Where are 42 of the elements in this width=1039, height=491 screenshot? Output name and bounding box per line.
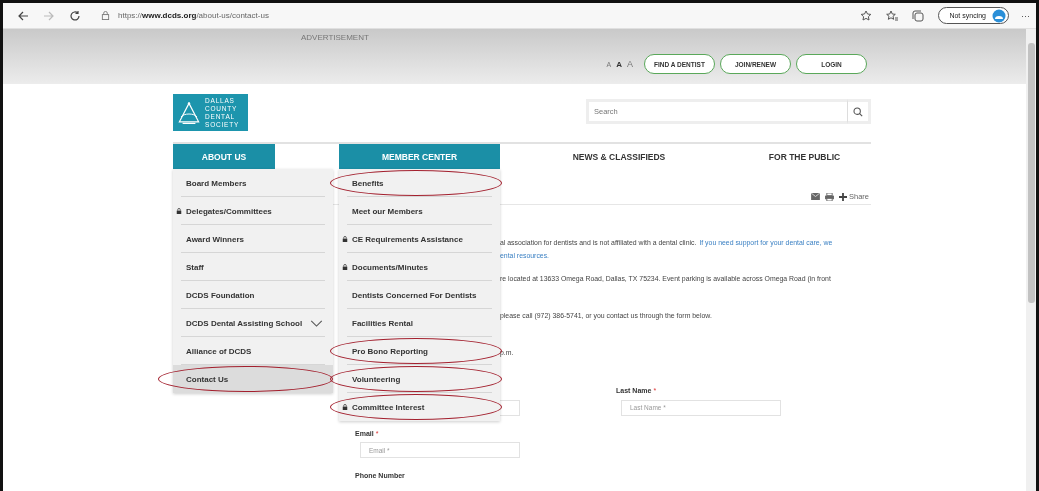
star-plus-icon[interactable]	[860, 9, 873, 22]
lock-icon	[101, 11, 110, 20]
avatar-icon	[992, 8, 1006, 23]
nav-tab[interactable]: NEWS & CLASSIFIEDS	[500, 144, 738, 169]
menu-item[interactable]: Facilities Rental	[339, 309, 500, 337]
menu-item[interactable]: Documents/Minutes	[339, 253, 500, 281]
menu-item[interactable]: CE Requirements Assistance	[339, 225, 500, 253]
scrollbar[interactable]	[1026, 29, 1036, 491]
menu-item[interactable]: Alliance of DCDS	[173, 337, 333, 365]
back-icon[interactable]	[17, 9, 29, 22]
more-menu[interactable]: ···	[1021, 10, 1030, 21]
nav-tab[interactable]: MEMBER CENTER	[339, 144, 500, 169]
menu-item[interactable]: Board Members	[173, 169, 333, 197]
menu-item[interactable]: Delegates/Committees	[173, 197, 333, 225]
bell-triangle-icon	[177, 100, 201, 125]
print-icon[interactable]	[825, 192, 834, 201]
search-icon	[853, 106, 863, 117]
reload-icon[interactable]	[69, 9, 81, 22]
menu-item[interactable]: Contact Us	[173, 365, 333, 393]
menu-item[interactable]: Volunteering	[339, 365, 500, 393]
menu-item[interactable]: DCDS Foundation	[173, 281, 333, 309]
advertisement-label: ADVERTISEMENT	[301, 33, 369, 42]
menu-item[interactable]: Dentists Concerned For Dentists	[339, 281, 500, 309]
font-size-option[interactable]: A	[627, 59, 633, 69]
menu-item[interactable]: Benefits	[339, 169, 500, 197]
font-size-option[interactable]: A	[616, 59, 622, 69]
chevron-down-icon[interactable]	[310, 319, 324, 327]
address-bar[interactable]: https://www.dcds.org/about-us/contact-us	[118, 11, 269, 20]
menu-item[interactable]: Pro Bono Reporting	[339, 337, 500, 365]
menu-item[interactable]: Committee Interest	[339, 393, 500, 421]
collections-icon[interactable]	[912, 9, 925, 22]
scrollbar-thumb[interactable]	[1028, 43, 1035, 303]
mail-icon[interactable]	[811, 193, 820, 200]
nav-tab[interactable]: ABOUT US	[173, 144, 275, 169]
nav-tab[interactable]: FOR THE PUBLIC	[738, 144, 871, 169]
favorites-icon[interactable]	[886, 9, 899, 22]
plus-icon	[839, 192, 847, 201]
menu-item[interactable]: Award Winners	[173, 225, 333, 253]
menu-item[interactable]: DCDS Dental Assisting School	[173, 309, 333, 337]
search-button[interactable]	[847, 99, 871, 124]
menu-item[interactable]: Meet our Members	[339, 197, 500, 225]
menu-item[interactable]: Staff	[173, 253, 333, 281]
